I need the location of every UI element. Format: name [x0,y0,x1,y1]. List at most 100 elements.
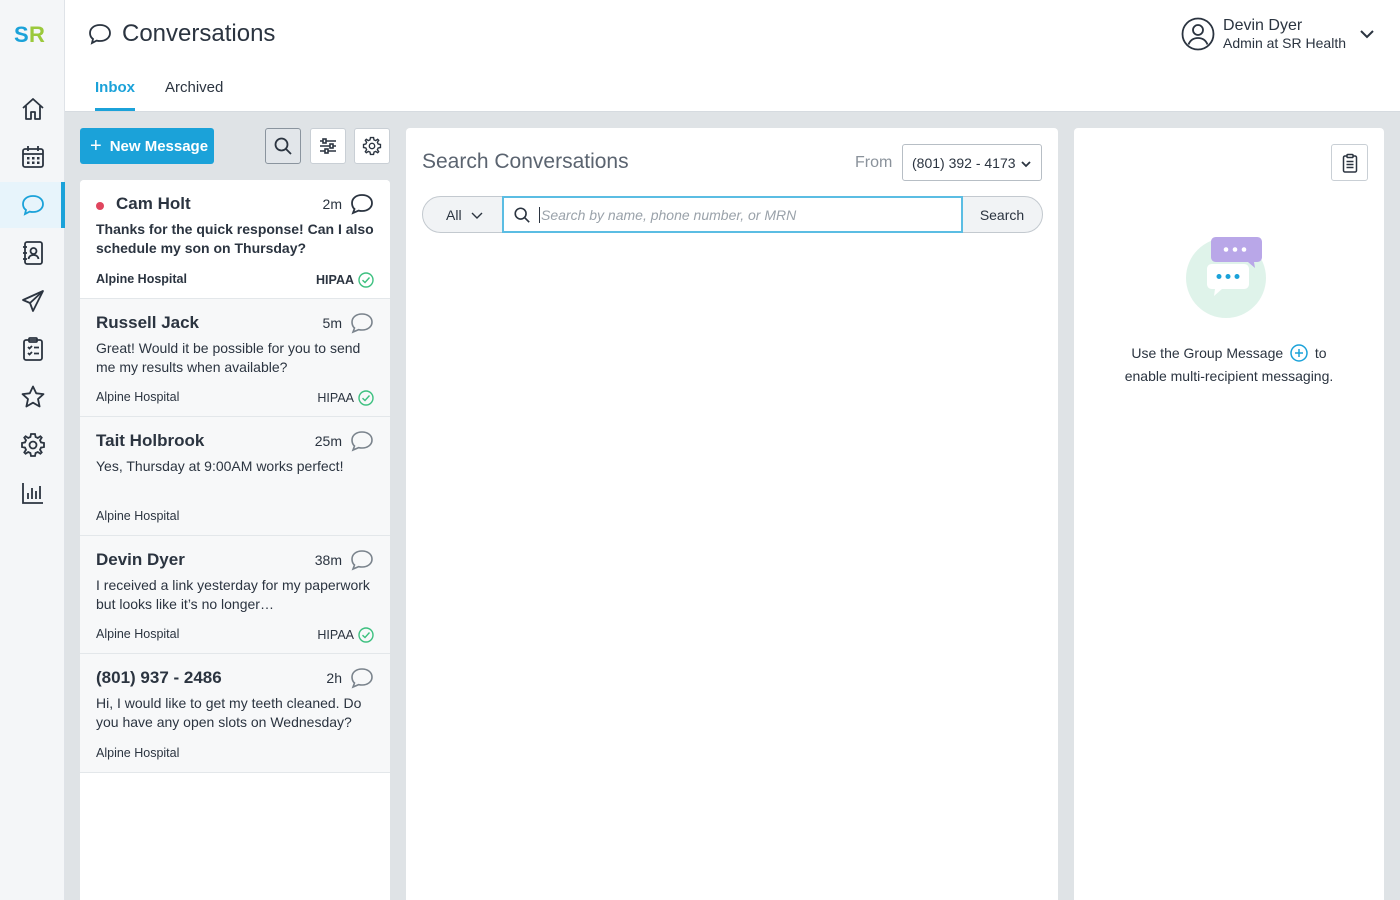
svg-text:S: S [14,22,29,47]
hint-text-end: to [1314,345,1327,361]
calendar-icon [21,146,44,168]
plus-circle-icon [1290,344,1308,362]
nav-conversations[interactable] [0,182,65,228]
new-message-button[interactable]: + New Message [80,128,214,164]
chat-bubble-icon [21,195,44,216]
page-header: Conversations Inbox Archived Devin Dyer … [65,0,1400,112]
sliders-icon [320,138,336,154]
gear-icon [20,433,45,457]
content-area: + New Message Cam Holt 2m Thanks for the… [65,112,1400,900]
hipaa-label: HIPAA [316,272,354,287]
check-circle-icon [358,390,374,406]
search-panel: Search Conversations From (801) 392 - 41… [406,128,1058,900]
conversation-preview: Yes, Thursday at 9:00AM works perfect! [96,458,344,474]
user-role: Admin at SR Health [1223,35,1346,51]
conversation-preview: Hi, I would like to get my teeth cleaned… [96,695,362,730]
nav-settings[interactable] [0,422,65,468]
clipboard-button[interactable] [1331,144,1368,181]
left-nav-rail: S R [0,0,65,900]
hipaa-badge: HIPAA [316,271,374,288]
from-number-value: (801) 392 - 4173 [912,154,1016,171]
tab-archived[interactable]: Archived [165,79,223,108]
nav-calendar[interactable] [0,134,65,180]
search-filter-dropdown[interactable]: All [423,197,502,232]
inbox-settings-button[interactable] [354,128,390,164]
sr-logo[interactable]: S R [14,20,50,48]
search-panel-title: Search Conversations [422,150,629,173]
search-icon [514,206,530,223]
chevron-down-icon [1360,30,1374,39]
conversation-preview: I received a link yesterday for my paper… [96,576,370,612]
home-icon [21,98,44,120]
conversation-time: 5m [322,314,342,331]
svg-text:R: R [29,22,45,47]
group-message-illustration [1186,237,1266,318]
hipaa-badge: HIPAA [317,390,374,406]
hipaa-label: HIPAA [317,391,354,405]
conversation-time: 2h [326,670,342,686]
clipboard-checklist-icon [22,337,43,361]
tab-inbox[interactable]: Inbox [95,79,135,111]
conversation-item[interactable]: Devin Dyer 38m I received a link yesterd… [80,535,390,654]
conversation-preview: Thanks for the quick response! Can I als… [96,221,374,256]
nav-contacts[interactable] [0,230,65,276]
nav-reviews[interactable] [0,374,65,420]
conversation-org: Alpine Hospital [96,271,187,286]
conversation-time: 2m [322,196,342,212]
group-message-hint: Use the Group Message to enable multi-re… [1094,342,1364,388]
paper-plane-icon [21,290,44,312]
hipaa-badge: HIPAA [317,627,374,643]
conversation-item[interactable]: Cam Holt 2m Thanks for the quick respons… [80,180,390,299]
conversation-org: Alpine Hospital [96,627,180,641]
search-input-wrapper [502,196,963,233]
search-button[interactable]: Search [962,197,1042,232]
search-input[interactable] [539,206,939,223]
search-filter-value: All [446,206,462,223]
hint-text-line2: enable multi-recipient messaging. [1124,368,1334,384]
chat-bubble-icon [351,431,373,452]
conversation-org: Alpine Hospital [96,390,180,404]
from-label: From [855,154,893,171]
filter-button[interactable] [310,128,346,164]
nav-reports[interactable] [0,470,65,516]
bar-chart-icon [21,483,43,504]
conversation-preview: Great! Would it be possible for you to s… [96,339,361,375]
plus-icon: + [90,135,102,157]
chat-bubble-icon [351,194,373,215]
nav-home[interactable] [0,86,65,132]
chevron-down-icon [1021,161,1031,168]
unread-indicator [96,202,104,210]
chat-bubble-icon [351,668,373,689]
details-panel: Use the Group Message to enable multi-re… [1074,128,1384,900]
conversation-org: Alpine Hospital [96,508,180,523]
nav-campaigns[interactable] [0,278,65,324]
search-bar: All Search [422,196,1043,233]
contact-book-icon [22,241,43,265]
star-icon [21,385,44,408]
user-name: Devin Dyer [1223,17,1303,34]
search-toggle-button[interactable] [265,128,301,164]
conversation-list: Cam Holt 2m Thanks for the quick respons… [80,180,390,900]
check-circle-icon [358,271,374,288]
chevron-down-icon [471,212,483,219]
gear-icon [362,136,382,156]
chat-bubble-icon [89,24,111,45]
new-message-label: New Message [109,137,209,155]
user-menu[interactable]: Devin Dyer Admin at SR Health [1181,14,1376,54]
user-avatar-icon [1181,17,1215,51]
check-circle-icon [358,627,374,643]
conversation-time: 38m [314,551,342,568]
chat-bubble-icon [351,549,373,570]
from-number-select[interactable]: (801) 392 - 4173 [902,144,1042,181]
hint-text-start: Use the Group Message [1131,345,1284,361]
chat-bubble-icon [351,312,373,333]
nav-tasks[interactable] [0,326,65,372]
conversation-item[interactable]: Tait Holbrook 25m Yes, Thursday at 9:00A… [80,417,390,536]
page-title: Conversations [122,20,276,47]
conversation-org: Alpine Hospital [96,745,180,760]
hipaa-label: HIPAA [317,628,354,642]
conversation-item[interactable]: (801) 937 - 2486 2h Hi, I would like to … [80,654,390,773]
search-icon [274,137,292,155]
conversation-item[interactable]: Russell Jack 5m Great! Would it be possi… [80,298,390,417]
clipboard-icon [1342,153,1357,173]
